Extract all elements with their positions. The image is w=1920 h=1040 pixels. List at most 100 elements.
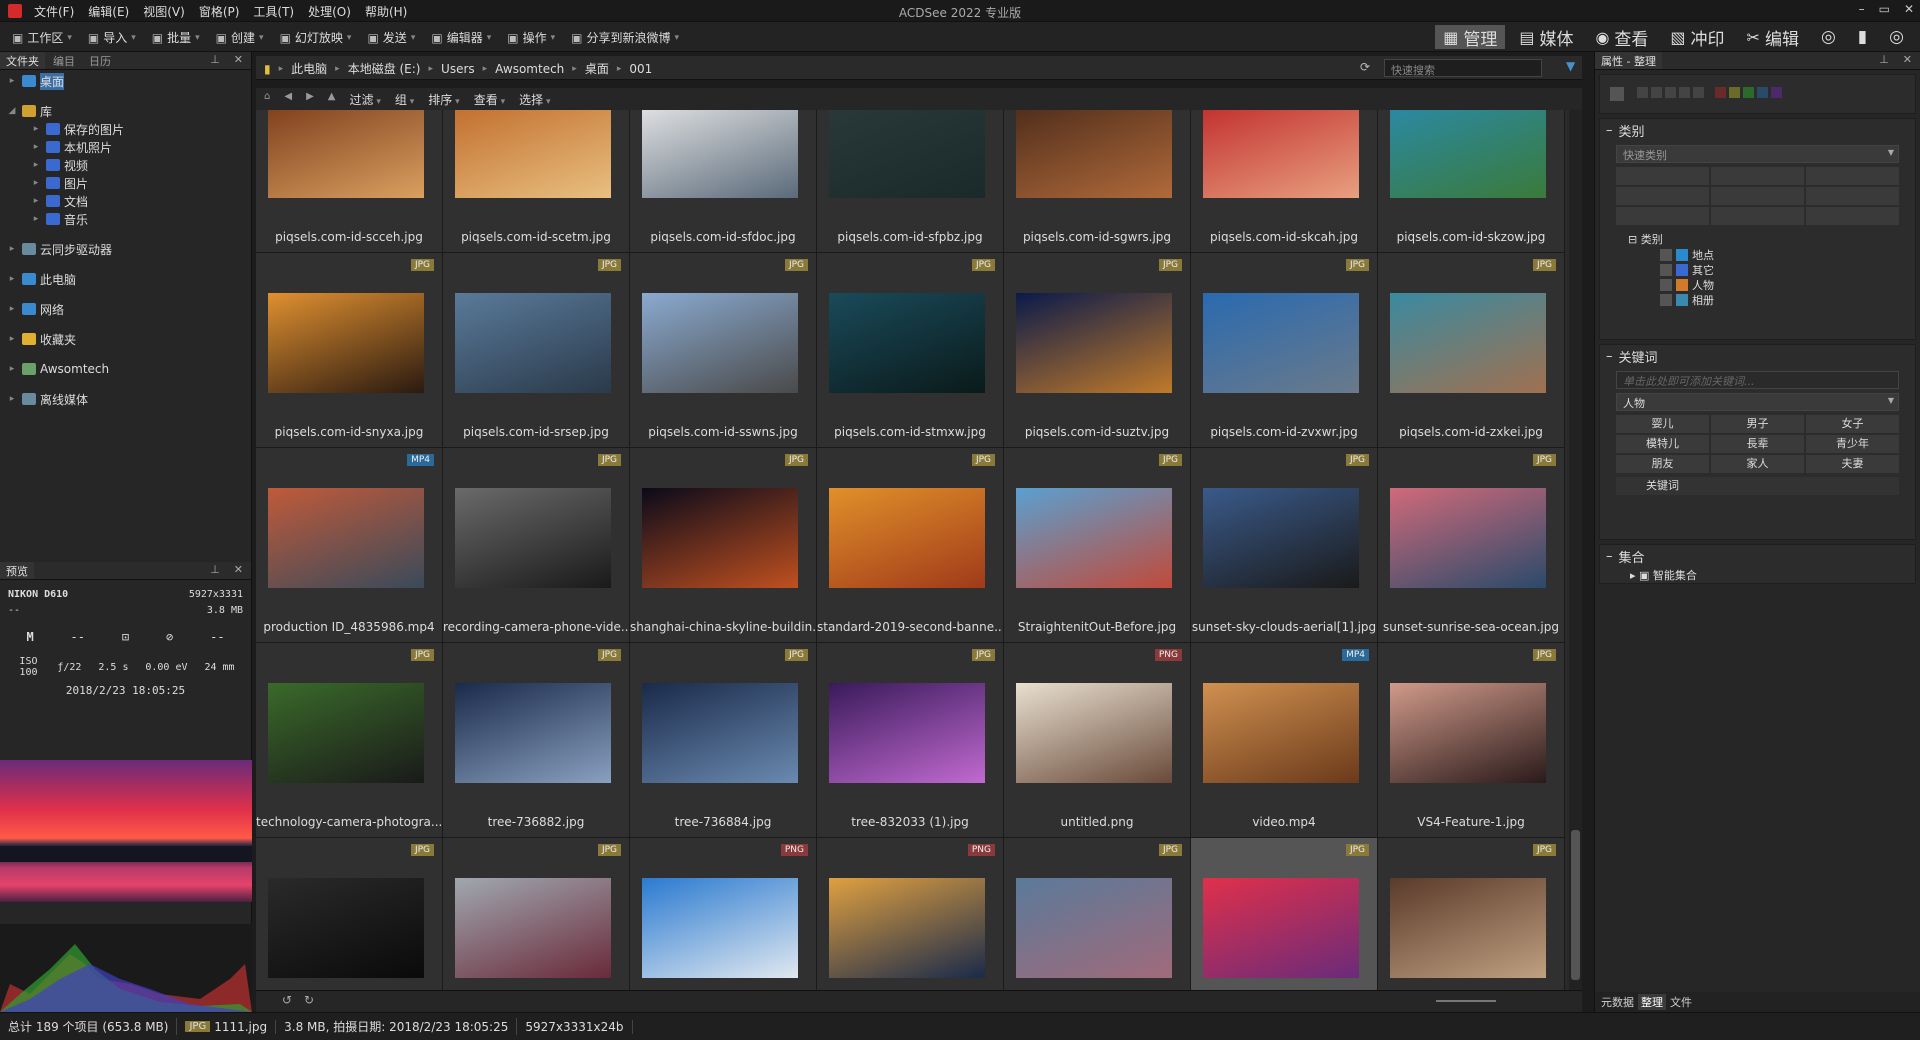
toolbar-slideshow-button[interactable]: ▣ 幻灯放映 ▾ — [280, 29, 352, 46]
category-checkbox[interactable] — [1660, 263, 1672, 276]
refresh-icon[interactable]: ⟳ — [1360, 60, 1370, 74]
file-thumbnail[interactable]: JPG12.jpg — [1378, 838, 1565, 990]
breadcrumb-separator-icon[interactable]: ▸ — [429, 64, 434, 74]
category-slot[interactable] — [1616, 207, 1709, 225]
toolbar-import-button[interactable]: ▣ 导入 ▾ — [88, 29, 136, 46]
expand-arrow-icon[interactable]: ▸ — [30, 160, 42, 170]
rating-2[interactable] — [1651, 87, 1662, 98]
expand-arrow-icon[interactable]: ▸ — [6, 274, 18, 284]
expand-arrow-icon[interactable]: ▸ — [6, 244, 18, 254]
filter-menu-4[interactable]: 选择 ▾ — [519, 91, 550, 108]
scrollbar-thumb[interactable] — [1571, 830, 1580, 980]
category-slot[interactable] — [1806, 207, 1899, 225]
file-thumbnail[interactable]: piqsels.com-id-scceh.jpg — [256, 110, 443, 253]
breadcrumb-separator-icon[interactable]: ▸ — [483, 64, 488, 74]
file-thumbnail[interactable]: JPG piqsels.com-id-sswns.jpg — [630, 253, 817, 448]
tree-item[interactable]: ▸ 本机照片 — [0, 138, 251, 156]
toolbar-actions-button[interactable]: ▣ 操作 ▾ — [507, 29, 555, 46]
maximize-icon[interactable]: ▭ — [1879, 2, 1890, 16]
keyword-button[interactable]: 長辈 — [1711, 435, 1804, 453]
file-thumbnail[interactable]: piqsels.com-id-sfdoc.jpg — [630, 110, 817, 253]
file-thumbnail[interactable]: JPGVS4-Feature-2.jpg — [256, 838, 443, 990]
color-label-purple[interactable] — [1771, 87, 1782, 98]
tree-item[interactable]: ▸ 收藏夹 — [0, 330, 251, 348]
tree-item[interactable]: ▸ 云同步驱动器 — [0, 240, 251, 258]
file-thumbnail[interactable]: JPG piqsels.com-id-zxkei.jpg — [1378, 253, 1565, 448]
stats-icon[interactable]: ▮ — [1850, 25, 1875, 49]
close-pane-icon[interactable]: ✕ — [1903, 53, 1912, 66]
pin-icon[interactable]: ⊥ — [210, 563, 220, 576]
file-thumbnail[interactable]: MP4 production ID_4835986.mp4 — [256, 448, 443, 643]
vertical-scrollbar[interactable] — [1569, 110, 1582, 990]
file-thumbnail[interactable]: JPG tree-736882.jpg — [443, 643, 630, 838]
file-thumbnail[interactable]: JPG1111.jpg — [1191, 838, 1378, 990]
file-thumbnail[interactable]: JPG piqsels.com-id-srsep.jpg — [443, 253, 630, 448]
expand-arrow-icon[interactable]: ▸ — [30, 178, 42, 188]
rating-1[interactable] — [1637, 87, 1648, 98]
keyword-button[interactable]: 家人 — [1711, 455, 1804, 473]
breadcrumb-separator-icon[interactable]: ▸ — [279, 64, 284, 74]
tree-item[interactable]: ▸ 保存的图片 — [0, 120, 251, 138]
tab-organize[interactable]: 整理 — [1638, 994, 1666, 1010]
rating-3[interactable] — [1665, 87, 1676, 98]
category-checkbox[interactable] — [1660, 278, 1672, 291]
file-thumbnail[interactable]: PNG untitled.png — [1004, 643, 1191, 838]
expand-arrow-icon[interactable]: ▸ — [6, 304, 18, 314]
file-thumbnail[interactable]: JPGVS4-Feature-3.jpg — [443, 838, 630, 990]
quick-category-dropdown[interactable]: 快速类别 ▼ — [1616, 145, 1899, 163]
file-thumbnail[interactable]: PNG简约 地产宣传册封面.png — [630, 838, 817, 990]
file-thumbnail[interactable]: piqsels.com-id-sgwrs.jpg — [1004, 110, 1191, 253]
mode-develop[interactable]: ▧ 冲印 — [1662, 25, 1732, 50]
tree-item[interactable]: ▸ Awsomtech — [0, 360, 251, 378]
toolbar-workspace-button[interactable]: ▣ 工作区 ▾ — [12, 29, 72, 46]
mode-media[interactable]: ▤ 媒体 — [1511, 25, 1581, 50]
close-pane-icon[interactable]: ✕ — [234, 53, 243, 66]
tree-item[interactable]: ▸ 离线媒体 — [0, 390, 251, 408]
close-icon[interactable]: ✕ — [1904, 2, 1914, 16]
file-thumbnail[interactable]: JPG technology-camera-photogra... — [256, 643, 443, 838]
home-icon[interactable]: ⌂ — [264, 91, 270, 108]
menu-item[interactable]: 视图(V) — [143, 3, 185, 20]
filter-menu-1[interactable]: 组 ▾ — [395, 91, 414, 108]
breadcrumb-item[interactable]: 桌面 — [585, 60, 609, 77]
tree-item[interactable]: ▸ 此电脑 — [0, 270, 251, 288]
color-label-green[interactable] — [1743, 87, 1754, 98]
filter-menu-3[interactable]: 查看 ▾ — [474, 91, 505, 108]
breadcrumb-item[interactable]: Users — [441, 62, 475, 76]
expand-arrow-icon[interactable]: ▸ — [30, 214, 42, 224]
file-thumbnail[interactable]: piqsels.com-id-sfpbz.jpg — [817, 110, 1004, 253]
category-tree-root[interactable]: ⊟ 类别 — [1600, 231, 1915, 247]
color-label-red[interactable] — [1715, 87, 1726, 98]
file-thumbnail[interactable]: JPG shanghai-china-skyline-buildin... — [630, 448, 817, 643]
file-thumbnail[interactable]: JPG StraightenitOut-Before.jpg — [1004, 448, 1191, 643]
tree-item[interactable]: ▸ 文档 — [0, 192, 251, 210]
breadcrumb-item[interactable]: Awsomtech — [495, 62, 564, 76]
category-slot[interactable] — [1711, 167, 1804, 185]
breadcrumb-separator-icon[interactable]: ▸ — [572, 64, 577, 74]
minimize-icon[interactable]: – — [1859, 2, 1865, 16]
file-thumbnail[interactable]: JPG piqsels.com-id-zvxwr.jpg — [1191, 253, 1378, 448]
menu-item[interactable]: 工具(T) — [253, 3, 294, 20]
keyword-button[interactable]: 夫妻 — [1806, 455, 1899, 473]
pin-icon[interactable]: ⊥ — [210, 53, 220, 66]
toolbar-share-button[interactable]: ▣ 分享到新浪微博 ▾ — [571, 29, 679, 46]
tag-checkbox[interactable] — [1610, 87, 1624, 101]
expand-arrow-icon[interactable]: ▸ — [6, 364, 18, 374]
color-label-yellow[interactable] — [1729, 87, 1740, 98]
back-icon[interactable]: ◀ — [284, 91, 292, 108]
keyword-button[interactable]: 女子 — [1806, 415, 1899, 433]
file-thumbnail[interactable]: piqsels.com-id-scetm.jpg — [443, 110, 630, 253]
tab-calendar[interactable]: 日历 — [83, 52, 117, 69]
file-thumbnail[interactable]: MP4 video.mp4 — [1191, 643, 1378, 838]
file-thumbnail[interactable]: JPG standard-2019-second-banne... — [817, 448, 1004, 643]
keyword-button[interactable]: 男子 — [1711, 415, 1804, 433]
close-pane-icon[interactable]: ✕ — [234, 563, 243, 576]
expand-arrow-icon[interactable]: ▸ — [6, 334, 18, 344]
expand-arrow-icon[interactable]: ▸ — [6, 394, 18, 404]
filter-icon[interactable]: ▼ — [1566, 59, 1575, 73]
category-slot[interactable] — [1616, 167, 1709, 185]
file-thumbnail[interactable]: JPG piqsels.com-id-stmxw.jpg — [817, 253, 1004, 448]
file-thumbnail[interactable]: piqsels.com-id-skcah.jpg — [1191, 110, 1378, 253]
expand-arrow-icon[interactable]: ▸ — [6, 76, 18, 86]
file-thumbnail[interactable]: JPG tree-832033 (1).jpg — [817, 643, 1004, 838]
